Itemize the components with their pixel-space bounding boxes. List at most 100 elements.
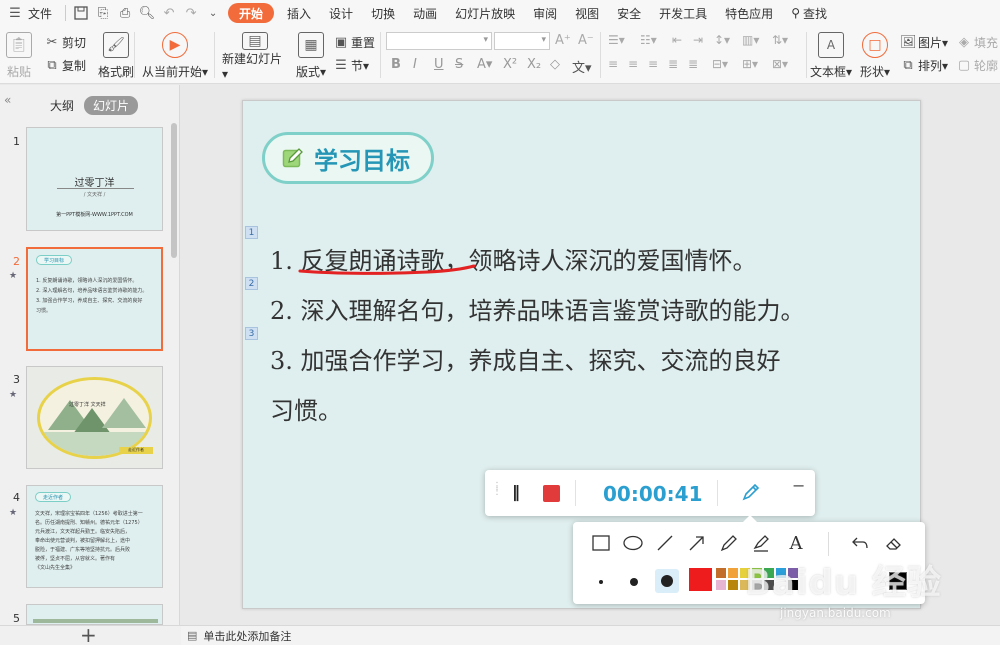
redo-icon[interactable]: ↷ [180,0,202,26]
palette-color-swatch[interactable] [716,580,726,590]
objective-line-2[interactable]: 2. 深入理解名句，培养品味语言鉴赏诗歌的能力。 [270,291,805,326]
highlighter-icon[interactable] [750,532,772,554]
distribute-button[interactable]: ≣ [688,57,698,71]
scrollbar-thumb[interactable] [171,123,177,258]
shape-button[interactable]: □ 形状▾ [856,30,894,80]
numbering-button[interactable]: ☷▾ [640,33,657,47]
tab-home[interactable]: 开始 [228,3,275,23]
undo-icon[interactable]: ↶ [158,0,180,26]
save-icon[interactable] [70,0,92,26]
palette-color-swatch[interactable] [728,580,738,590]
reset-button[interactable]: ▣ 重置 [333,34,375,51]
notes-bar[interactable]: ▤ 单击此处添加备注 [181,625,1000,645]
selected-color-swatch[interactable] [689,568,712,591]
from-current-button[interactable]: ▶ 从当前开始▾ [140,30,210,80]
minimize-button[interactable]: − [792,476,805,495]
outline-button[interactable]: ▢ 轮廓 [956,57,998,74]
collapse-panel-icon[interactable]: « [4,93,11,107]
slide-thumbnail-1[interactable]: 过零丁洋 / 文天祥 / 第一PPT模板网-WWW.1PPT.COM [26,127,163,231]
section-button[interactable]: ☰ 节 ▾ [333,57,369,74]
tab-security[interactable]: 安全 [608,0,650,26]
tab-developer[interactable]: 开发工具 [650,0,716,26]
picture-button[interactable]: 🖼︎ 图片 ▾ [900,34,948,51]
print-preview-icon[interactable]: 🔍︎ [136,0,158,26]
add-slide-button[interactable]: + [80,623,97,645]
paste-button[interactable]: 📋︎ 粘贴 [0,30,38,80]
increase-indent-button[interactable]: ⇥ [693,33,703,47]
align-text-button[interactable]: ⊟▾ [712,57,728,71]
slide-thumbnail-5[interactable] [26,604,163,625]
arrange-button[interactable]: ⧉ 排列 ▾ [900,57,948,74]
line-icon[interactable] [654,532,676,554]
objective-line-3-cont[interactable]: 习惯。 [270,391,342,426]
cut-button[interactable]: ✂ 剪切 [44,34,86,51]
copy-button[interactable]: ⧉ 复制 [44,57,86,74]
align-right-button[interactable]: ≡ [648,57,658,71]
tab-insert[interactable]: 插入 [278,0,320,26]
bold-button[interactable]: B [391,57,401,72]
tab-slides[interactable]: 幻灯片 [84,96,139,115]
undo-icon[interactable] [849,532,871,554]
line-spacing-button[interactable]: ↕▾ [714,33,730,47]
textbox-button[interactable]: A 文本框▾ [808,30,854,80]
bullets-button[interactable]: ☰▾ [608,33,625,47]
notes-placeholder[interactable]: 单击此处添加备注 [203,628,291,644]
text-effects-button[interactable]: 文▾ [572,57,592,76]
rectangle-icon[interactable] [590,532,612,554]
export-icon[interactable]: ⎘ [92,0,114,26]
ellipse-icon[interactable] [622,532,644,554]
clear-format-icon[interactable]: ◇ [550,57,560,72]
strikethrough-button[interactable]: S [455,57,463,72]
underline-button[interactable]: U [434,57,444,72]
hamburger-icon[interactable]: ☰ [4,0,26,26]
italic-button[interactable]: I [413,57,417,72]
superscript-button[interactable]: X² [503,57,517,72]
tab-transitions[interactable]: 切换 [362,0,404,26]
menu-file[interactable]: 文件 [26,0,61,26]
tab-design[interactable]: 设计 [320,0,362,26]
justify-button[interactable]: ≣ [668,57,678,71]
eraser-icon[interactable] [883,532,905,554]
palette-color-swatch[interactable] [716,568,726,578]
new-slide-button[interactable]: ▤ 新建幻灯片▾ [222,30,288,81]
font-size-select[interactable]: ▾ [494,32,550,50]
convert-button[interactable]: ⊠▾ [772,57,788,71]
align-left-button[interactable]: ≡ [608,57,618,71]
text-direction-button[interactable]: ⇅▾ [772,33,788,47]
search-button[interactable]: ⚲ 查找 [782,0,836,26]
decrease-indent-button[interactable]: ⇤ [672,33,682,47]
tab-outline[interactable]: 大纲 [50,97,74,114]
slide-thumbnail-2[interactable]: 学习目标 1. 反复朗诵诗歌，领略诗人深沉的爱国情怀。 2. 深入理解名句，培养… [26,247,163,351]
layout-button[interactable]: ▦ 版式▾ [290,30,332,80]
slide-thumbnail-3[interactable]: 过零丁洋 文天祥 走近作者 [26,366,163,469]
palette-color-swatch[interactable] [728,568,738,578]
slide-thumbnail-4[interactable]: 走近作者 文天祥，宋理宗宝祐四年（1256）考取进士第一 名。历任湖南提刑、知赣… [26,485,163,588]
tab-featured[interactable]: 特色应用 [716,0,782,26]
fill-button[interactable]: ◈ 填充 [956,34,998,51]
tab-animations[interactable]: 动画 [404,0,446,26]
font-color-button[interactable]: A▾ [477,57,492,72]
align-center-button[interactable]: ≡ [628,57,638,71]
print-icon[interactable]: ⎙ [114,0,136,26]
font-name-select[interactable]: ▾ [386,32,492,50]
smartart-button[interactable]: ⊞▾ [742,57,758,71]
objective-line-3[interactable]: 3. 加强合作学习，养成自主、探究、交流的良好 [270,341,781,376]
tab-review[interactable]: 审阅 [524,0,566,26]
arrow-icon[interactable] [686,532,708,554]
size-small-dot[interactable] [599,580,603,584]
format-painter-button[interactable]: 🖌︎ 格式刷 [86,30,146,80]
pause-button[interactable]: ‖ [512,482,520,501]
tab-view[interactable]: 视图 [566,0,608,26]
subscript-button[interactable]: X₂ [527,57,541,72]
grow-font-button[interactable]: A⁺ [555,33,571,48]
pen-tool-icon[interactable] [741,482,761,507]
columns-button[interactable]: ▥▾ [742,33,759,47]
drag-handle-icon[interactable]: ⋮ ⋮ [492,482,502,497]
shrink-font-button[interactable]: A⁻ [578,33,594,48]
tab-slideshow[interactable]: 幻灯片放映 [446,0,524,26]
stop-button[interactable] [543,485,560,502]
size-medium-dot[interactable] [630,578,638,586]
text-icon[interactable]: A [785,532,807,554]
pen-icon[interactable] [718,532,740,554]
size-large-dot[interactable] [661,575,673,587]
